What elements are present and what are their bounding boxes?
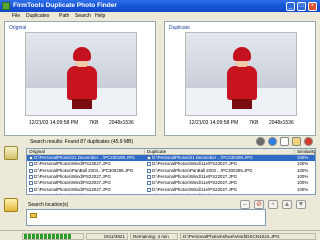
remove-icon: – — [243, 201, 247, 208]
menu-search[interactable]: Search — [75, 13, 91, 19]
image-file-icon — [147, 156, 151, 161]
app-icon[interactable] — [2, 2, 10, 10]
image-file-icon — [29, 187, 33, 192]
progress-segment — [68, 233, 71, 239]
image-file-icon — [29, 181, 33, 186]
menu-file[interactable]: File — [12, 13, 20, 19]
original-photo — [25, 32, 137, 116]
image-file-icon — [147, 181, 151, 186]
original-dimensions: 2048x1536 — [109, 120, 134, 126]
progress-segment — [40, 233, 43, 239]
move-icon[interactable] — [292, 137, 301, 146]
image-file-icon — [4, 146, 18, 160]
image-file-icon — [29, 156, 33, 161]
maximize-icon: □ — [299, 2, 304, 9]
image-file-icon — [147, 175, 151, 180]
image-file-icon — [29, 168, 33, 173]
progress-segment — [24, 233, 27, 239]
duplicate-photo — [185, 32, 297, 116]
clear-icon: ⊘ — [256, 201, 262, 208]
progress-segment — [52, 233, 55, 239]
duplicates-table[interactable]: Original Duplicate Similarity D:\Persona… — [26, 148, 316, 195]
duplicate-path-cell: D:\PersonalPhotos\Wind\11e\PS22027.JPG — [152, 193, 294, 194]
duplicate-dimensions: 2048x1536 — [269, 120, 294, 126]
maximize-button[interactable]: □ — [297, 1, 306, 11]
original-label: Original — [9, 25, 27, 31]
time-remaining: Remaining: 4 min — [130, 232, 178, 240]
original-path-cell: D:\PersonalPhotos\Wind\PS22027.JPG — [34, 193, 144, 194]
similarity-cell: 100% — [297, 193, 315, 194]
progress-segment — [36, 233, 39, 239]
minimize-button[interactable]: _ — [286, 1, 295, 11]
menu-path[interactable]: Path — [59, 13, 69, 19]
image-file-icon — [147, 162, 151, 167]
image-file-icon — [29, 162, 33, 167]
progress-bar — [22, 232, 84, 240]
close-icon: × — [310, 2, 315, 9]
duplicate-date: 12/21/03 14:09:58 PM — [189, 120, 239, 126]
original-date: 12/21/03 14:09:58 PM — [29, 120, 79, 126]
progress-segment — [56, 233, 59, 239]
search-locations-label: Search location(s) — [28, 202, 69, 208]
progress-segment — [32, 233, 35, 239]
menu-bar: File Duplicates Path Search Help — [0, 12, 320, 20]
image-file-icon — [29, 193, 33, 194]
folder-icon — [30, 213, 37, 218]
add-location-button[interactable]: + — [268, 200, 278, 209]
progress-count: 1911/3821 — [86, 232, 128, 240]
clear-locations-button[interactable]: ⊘ — [254, 200, 264, 209]
progress-segment — [44, 233, 47, 239]
move-up-icon: ▲ — [283, 201, 291, 208]
original-size: 7KB — [89, 120, 99, 126]
progress-segment — [60, 233, 63, 239]
current-file: D:\PersonalPhotos\shwe\Vesd\DSCN1024.JPG — [180, 232, 316, 240]
progress-segment — [64, 233, 67, 239]
title-bar: FirmTools Duplicate Photo Finder _ □ × — [0, 0, 320, 12]
window-title: FirmTools Duplicate Photo Finder — [13, 2, 117, 9]
search-locations-list[interactable] — [26, 209, 266, 226]
progress-segment — [48, 233, 51, 239]
copy-icon[interactable] — [280, 137, 289, 146]
image-file-icon — [29, 175, 33, 180]
refresh-icon[interactable] — [268, 137, 277, 146]
image-file-icon — [147, 193, 151, 194]
remove-location-button[interactable]: – — [240, 200, 250, 209]
table-row[interactable]: D:\PersonalPhotos\Wind\PS22027.JPG D:\Per… — [27, 193, 315, 194]
duplicate-size: 7KB — [249, 120, 259, 126]
location-down-button[interactable]: ▼ — [296, 200, 306, 209]
delete-icon[interactable] — [304, 137, 313, 146]
menu-duplicates[interactable]: Duplicates — [26, 13, 49, 19]
plus-icon: + — [270, 201, 276, 208]
image-file-icon — [147, 168, 151, 173]
menu-help[interactable]: Help — [95, 13, 105, 19]
status-bar: 1911/3821 Remaining: 4 min D:\PersonalPh… — [0, 230, 320, 240]
add-folder-icon[interactable] — [4, 198, 18, 212]
minimize-icon: _ — [288, 2, 293, 9]
progress-segment — [28, 233, 31, 239]
results-summary: Search results: Found 87 duplicates (45.… — [30, 139, 134, 145]
close-button[interactable]: × — [308, 1, 317, 11]
image-file-icon — [147, 187, 151, 192]
rotate-icon[interactable] — [256, 137, 265, 146]
move-down-icon: ▼ — [297, 201, 305, 208]
location-up-button[interactable]: ▲ — [282, 200, 292, 209]
original-preview-panel: Original 12/21/03 14:09:58 PM 7KB 2048x1… — [4, 21, 156, 136]
duplicate-label: Duplicate — [169, 25, 190, 31]
duplicate-preview-panel: Duplicate 12/21/03 14:09:58 PM 7KB 2048x… — [164, 21, 316, 136]
